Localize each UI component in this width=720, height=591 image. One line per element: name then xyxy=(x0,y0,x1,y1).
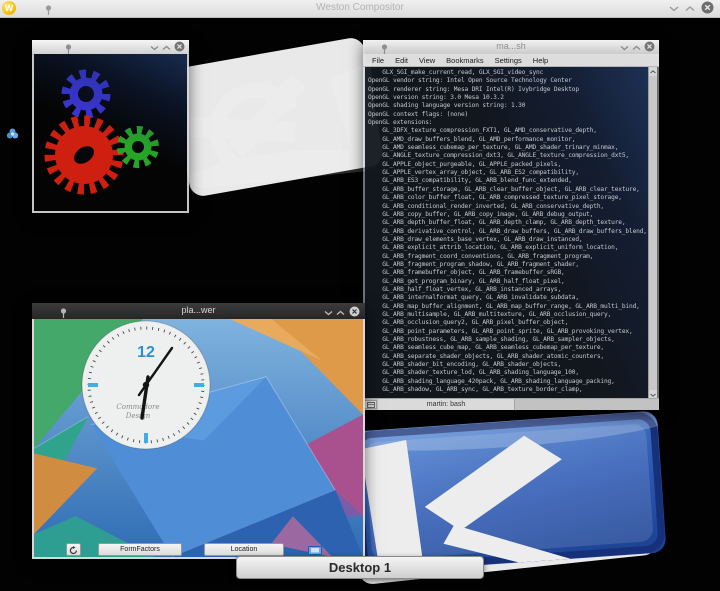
plasma-window: pla...wer 12 Commodore Design FormFactor… xyxy=(32,303,365,559)
scroll-up-button[interactable] xyxy=(649,67,657,76)
menu-bookmarks[interactable]: Bookmarks xyxy=(446,56,484,65)
close-button[interactable] xyxy=(701,1,714,14)
scrollbar[interactable] xyxy=(648,67,657,399)
maximize-button[interactable] xyxy=(683,3,696,14)
window-reflection xyxy=(34,54,187,211)
menu-edit[interactable]: Edit xyxy=(395,56,408,65)
close-button[interactable] xyxy=(643,41,656,52)
gears-window xyxy=(32,40,189,213)
menu-help[interactable]: Help xyxy=(533,56,548,65)
weston-panel: W Weston Compositor xyxy=(0,0,720,18)
terminal-menubar: File Edit View Bookmarks Settings Help xyxy=(363,54,659,67)
maximize-button[interactable] xyxy=(160,42,173,53)
clock-signature-1: Commodore xyxy=(116,403,159,411)
panel-title: Weston Compositor xyxy=(316,2,404,13)
close-button[interactable] xyxy=(348,306,361,317)
tab-list-icon[interactable] xyxy=(364,400,377,409)
minimize-button[interactable] xyxy=(667,3,680,14)
menu-view[interactable]: View xyxy=(419,56,435,65)
desktop-label: Desktop 1 xyxy=(236,556,484,579)
terminal-viewport[interactable]: GLX_SGI_make_current_read, GLX_SGI_video… xyxy=(365,67,657,399)
gears-viewport xyxy=(34,54,187,211)
plasma-title: pla...wer xyxy=(181,305,216,315)
clock-signature-2: Design xyxy=(125,412,151,420)
terminal-title: ma...sh xyxy=(496,41,526,51)
kde-logo-window-bottom xyxy=(351,410,667,574)
refresh-button[interactable] xyxy=(66,543,81,556)
analog-clock-widget: 12 Commodore Design xyxy=(81,320,211,450)
plasma-desktop-view: 12 Commodore Design FormFactors Location xyxy=(34,319,363,557)
launcher-flower-icon[interactable] xyxy=(6,127,19,146)
terminal-window: ma...sh File Edit View Bookmarks Setting… xyxy=(363,40,659,410)
maximize-button[interactable] xyxy=(630,42,643,53)
maximize-button[interactable] xyxy=(334,307,347,318)
location-button[interactable]: Location xyxy=(204,543,284,556)
clock-twelve-label: 12 xyxy=(137,344,155,361)
terminal-titlebar[interactable]: ma...sh xyxy=(363,40,659,55)
weston-desktop: ma...sh File Edit View Bookmarks Setting… xyxy=(0,0,720,591)
close-button[interactable] xyxy=(173,41,186,52)
kde-logo-window-top xyxy=(176,32,382,190)
terminal-output: GLX_SGI_make_current_read, GLX_SGI_video… xyxy=(368,69,647,394)
menu-settings[interactable]: Settings xyxy=(495,56,522,65)
plasma-titlebar[interactable]: pla...wer xyxy=(32,303,365,319)
kde-gear-logo-partial xyxy=(176,62,382,190)
terminal-tab[interactable]: martin: bash xyxy=(378,399,515,410)
kde-k-logo xyxy=(351,410,667,572)
terminal-tabbar: martin: bash xyxy=(363,398,659,410)
menu-file[interactable]: File xyxy=(372,56,384,65)
form-factors-button[interactable]: FormFactors xyxy=(98,543,182,556)
gears-titlebar[interactable] xyxy=(32,40,189,55)
